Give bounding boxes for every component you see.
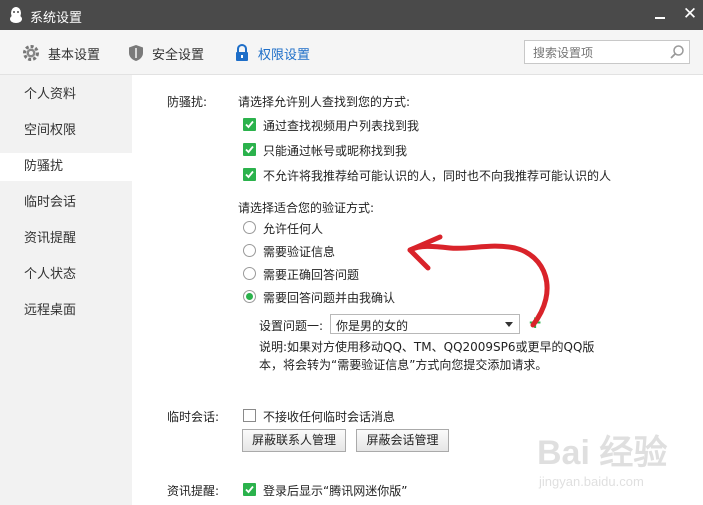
verify-method-prompt: 请选择适合您的验证方式: (238, 201, 375, 215)
close-button[interactable]: ✕ (680, 4, 700, 24)
sidebar-item-space-permission[interactable]: 空间权限 (0, 117, 132, 145)
radio-button[interactable] (243, 244, 256, 257)
checkbox-checked[interactable] (243, 118, 256, 131)
tab-permission-settings[interactable]: 权限设置 (234, 43, 310, 63)
section-label-anti-harassment: 防骚扰: (167, 95, 208, 109)
verify-option-label: 需要回答问题并由我确认 (263, 291, 396, 305)
tab-security-settings[interactable]: 安全设置 (128, 43, 204, 63)
verify-option-label: 需要正确回答问题 (263, 268, 360, 282)
window-title: 系统设置 (30, 11, 83, 26)
minimize-button[interactable] (650, 6, 670, 24)
sidebar: 个人资料 空间权限 防骚扰 临时会话 资讯提醒 个人状态 远程桌面 (0, 75, 132, 505)
radio-button[interactable] (243, 267, 256, 280)
svg-text:Bai 经验: Bai 经验 (537, 433, 667, 472)
block-sessions-button[interactable]: 屏蔽会话管理 (356, 429, 449, 452)
question-select[interactable]: 你是男的女的 (330, 314, 520, 334)
sidebar-item-anti-harassment[interactable]: 防骚扰 (0, 153, 132, 181)
search-icon[interactable] (669, 44, 685, 60)
shield-icon (129, 45, 143, 61)
checkmark-icon (245, 485, 254, 494)
checkbox-checked[interactable] (243, 143, 256, 156)
tab-label: 安全设置 (152, 47, 205, 63)
sidebar-item-personal-status[interactable]: 个人状态 (0, 261, 132, 289)
section-label-temp-chat: 临时会话: (167, 410, 220, 424)
sidebar-item-remote-desktop[interactable]: 远程桌面 (0, 297, 132, 325)
radio-button[interactable] (243, 221, 256, 234)
svg-text:jingyan.baidu.com: jingyan.baidu.com (538, 474, 644, 489)
temp-chat-option-label: 不接收任何临时会话消息 (263, 410, 396, 424)
dropdown-arrow-icon[interactable] (505, 322, 513, 327)
question-select-value: 你是男的女的 (336, 319, 409, 333)
block-contacts-button[interactable]: 屏蔽联系人管理 (242, 429, 346, 452)
find-option-label: 不允许将我推荐给可能认识的人，同时也不向我推荐可能认识的人 (263, 169, 612, 183)
tab-label: 基本设置 (48, 47, 101, 63)
checkbox-checked[interactable] (243, 168, 256, 181)
checkbox-checked[interactable] (243, 483, 256, 496)
tab-label: 权限设置 (258, 47, 311, 63)
search-input[interactable] (531, 42, 665, 64)
qq-penguin-icon (10, 7, 22, 23)
radio-button-selected[interactable] (243, 290, 256, 303)
title-bar: 系统设置 ✕ (0, 0, 703, 30)
search-box[interactable] (524, 40, 690, 64)
section-label-news: 资讯提醒: (167, 484, 220, 498)
question-label: 设置问题一: (259, 319, 324, 333)
checkmark-icon (245, 120, 254, 129)
news-option-label: 登录后显示“腾讯网迷你版” (263, 484, 408, 498)
sidebar-item-news-reminder[interactable]: 资讯提醒 (0, 225, 132, 253)
find-method-prompt: 请选择允许别人查找到您的方式: (238, 95, 411, 109)
lock-icon (236, 44, 248, 61)
verify-option-label: 需要验证信息 (263, 245, 336, 259)
sidebar-item-temp-chat[interactable]: 临时会话 (0, 189, 132, 217)
verify-option-label: 允许任何人 (263, 222, 324, 236)
gear-icon (23, 45, 39, 61)
find-option-label: 只能通过帐号或昵称找到我 (263, 144, 408, 158)
checkbox-unchecked[interactable] (243, 409, 256, 422)
checkmark-icon (245, 145, 254, 154)
checkmark-icon (245, 170, 254, 179)
baidu-jingyan-watermark: Bai 经验 jingyan.baidu.com (537, 433, 667, 489)
settings-tab-bar: 基本设置 安全设置 权限设置 (0, 30, 703, 75)
sidebar-item-profile[interactable]: 个人资料 (0, 81, 132, 109)
add-question-icon[interactable]: + (528, 315, 542, 332)
find-option-label: 通过查找视频用户列表找到我 (263, 119, 420, 133)
tab-basic-settings[interactable]: 基本设置 (22, 43, 100, 63)
compatibility-note: 说明:如果对方使用移动QQ、TM、QQ2009SP6或更早的QQ版本，将会转为“… (259, 340, 595, 372)
